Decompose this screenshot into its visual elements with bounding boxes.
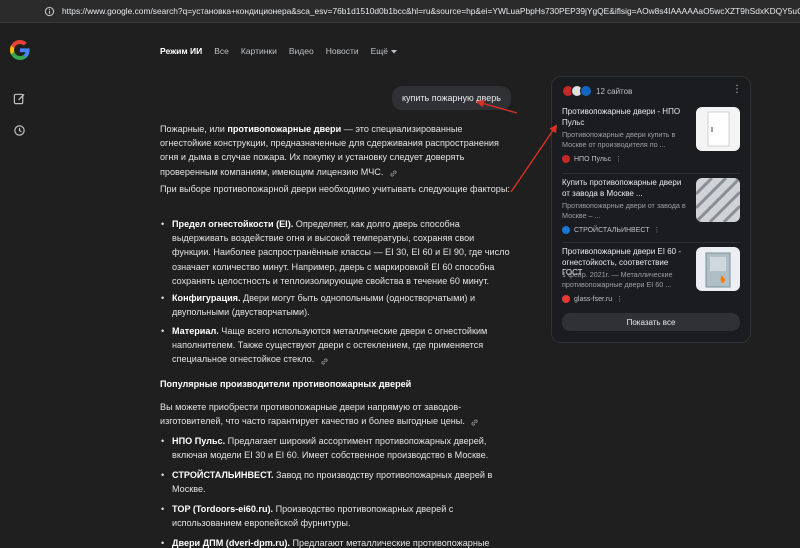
source-thumbnail[interactable] [696,178,740,222]
site-name: glass-fser.ru [574,295,613,303]
list-item: Предел огнестойкости (EI). Определяет, к… [160,217,510,288]
sources-header[interactable]: 12 сайтов [562,85,632,97]
arrow-to-source [510,124,558,193]
list-item: СТРОЙСТАЛЬИНВЕСТ. Завод по производству … [160,468,510,496]
factor-bold: Конфигурация. [172,293,241,303]
source-site: НПО Пульс ⋮ [562,155,622,163]
sources-panel: 12 сайтов ⋮ Противопожарные двери - НПО … [551,76,751,343]
answer-makers-intro: Вы можете приобрести противопожарные две… [160,400,510,428]
maker-bold: TOP (Tordoors-ei60.ru). [172,504,274,514]
factor-text: Чаще всего используются металлические дв… [172,326,488,365]
source-title[interactable]: Противопожарные двери - НПО Пульс [562,107,690,128]
user-query-bubble: купить пожарную дверь [392,86,511,110]
source-snippet: Противопожарные двери от завода в Москве… [562,201,686,220]
maker-bold: НПО Пульс. [172,436,226,446]
intro-bold: противопожарные двери [227,124,342,134]
list-item: TOP (Tordoors-ei60.ru). Производство про… [160,502,510,530]
source-card[interactable]: Противопожарные двери EI 60 - огнестойко… [562,247,742,311]
site-name: НПО Пульс [574,155,612,163]
tab-video[interactable]: Видео [289,46,314,56]
factor-bold: Материал. [172,326,219,336]
site-favicon-icon [562,226,570,234]
site-favicon-icon [562,295,570,303]
site-info-icon[interactable] [42,4,56,18]
divider [562,242,740,243]
more-vert-icon[interactable]: ⋮ [654,226,661,234]
source-snippet: 1 февр. 2021г. — Металлические противопо… [562,270,673,289]
caret-down-icon [391,46,398,56]
source-site: СТРОЙСТАЛЬИНВЕСТ ⋮ [562,226,661,234]
source-link-icon[interactable] [389,168,398,177]
more-vert-icon[interactable]: ⋮ [732,85,742,95]
address-bar[interactable]: https://www.google.com/search?q=установк… [0,0,800,23]
tab-all[interactable]: Все [214,46,229,56]
factor-text: Определяет, как долго дверь способна выд… [172,219,510,286]
source-link-icon[interactable] [320,356,329,365]
site-favicon-icon [562,155,570,163]
list-item: НПО Пульс. Предлагает широкий ассортимен… [160,434,510,462]
source-site: glass-fser.ru ⋮ [562,295,623,303]
source-thumbnail[interactable] [696,247,740,291]
maker-bold: Двери ДПМ (dveri-dpm.ru). [172,538,290,548]
screen: https://www.google.com/search?q=установк… [0,0,800,548]
google-g-logo[interactable] [10,40,30,60]
tab-more[interactable]: Ещё [370,46,398,56]
maker-bold: СТРОЙСТАЛЬИНВЕСТ. [172,470,274,480]
tab-news[interactable]: Новости [326,46,359,56]
divider [562,173,740,174]
url-text[interactable]: https://www.google.com/search?q=установк… [62,6,800,16]
source-card[interactable]: Купить противопожарные двери от завода в… [562,178,742,242]
sources-count: 12 сайтов [596,86,633,96]
show-all-button[interactable]: Показать все [562,313,740,331]
favicon-icon [580,85,592,97]
list-item: Двери ДПМ (dveri-dpm.ru). Предлагают мет… [160,536,510,548]
left-rail [0,22,40,548]
source-thumbnail[interactable] [696,107,740,151]
more-vert-icon[interactable]: ⋮ [615,155,622,163]
source-favicons [562,85,592,97]
intro-text-a: Пожарные, или [160,124,228,134]
source-snippet: Противопожарные двери купить в Москве от… [562,130,676,149]
new-chat-icon[interactable] [11,90,27,106]
source-link-icon[interactable] [470,417,479,426]
history-icon[interactable] [11,122,27,138]
tab-images[interactable]: Картинки [241,46,277,56]
more-vert-icon[interactable]: ⋮ [616,295,623,303]
site-name: СТРОЙСТАЛЬИНВЕСТ [574,226,650,234]
search-tabs: Режим ИИ Все Картинки Видео Новости Ещё [160,44,398,58]
factor-bold: Предел огнестойкости (EI). [172,219,294,229]
source-card[interactable]: Противопожарные двери - НПО Пульс Против… [562,107,742,171]
answer-intro: Пожарные, или противопожарные двери — эт… [160,122,510,179]
section-title: Популярные производители противопожарных… [160,379,412,389]
tab-more-label: Ещё [370,46,389,56]
source-title[interactable]: Купить противопожарные двери от завода в… [562,178,690,199]
tab-ai-mode[interactable]: Режим ИИ [160,46,202,56]
answer-factors-intro: При выборе противопожарной двери необход… [160,184,510,194]
list-item: Материал. Чаще всего используются металл… [160,324,510,367]
list-item: Конфигурация. Двери могут быть однопольн… [160,291,510,319]
makers-intro-text: Вы можете приобрести противопожарные две… [160,402,465,427]
